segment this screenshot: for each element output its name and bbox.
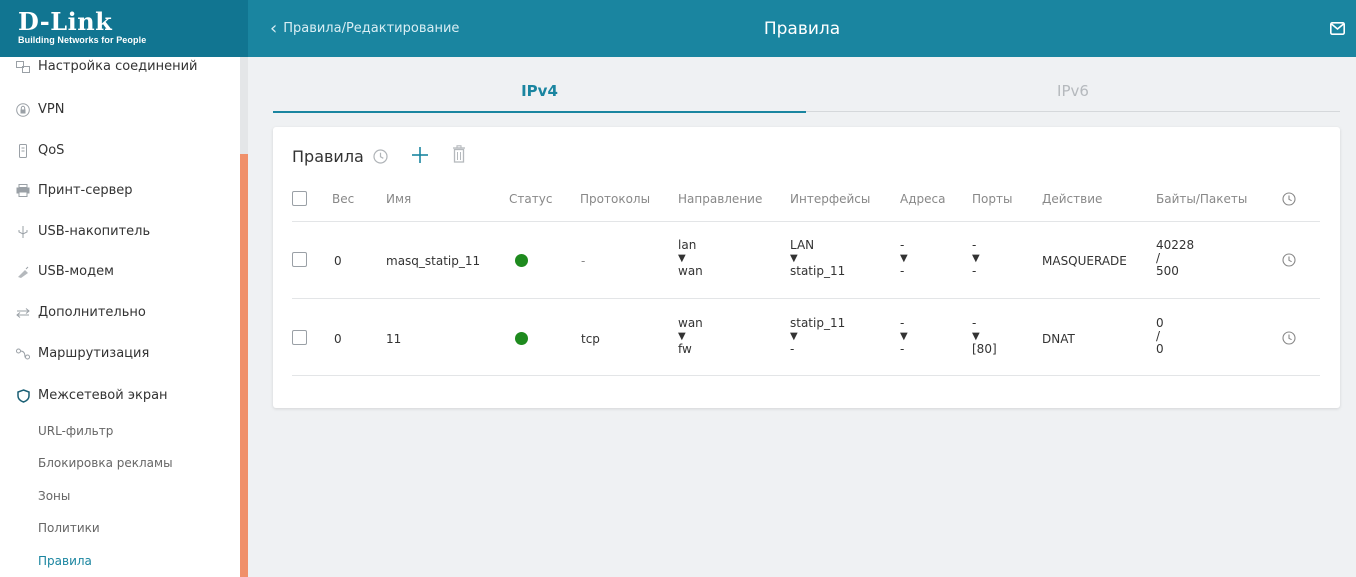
sidebar-item-usb-storage[interactable]: USB-накопитель — [16, 224, 150, 239]
arrow-down-icon: ▼ — [790, 331, 798, 342]
col-interfaces: Интерфейсы — [790, 192, 871, 206]
sidebar-item-firewall[interactable]: Межсетевой экран — [16, 388, 168, 403]
rule-addresses: - ▼ - — [900, 238, 908, 278]
chevron-left-icon: ‹ — [270, 17, 278, 39]
rules-title: Правила — [292, 147, 364, 166]
rule-interfaces: statip_11 ▼ - — [790, 316, 846, 356]
row-separator — [292, 375, 1320, 376]
sidebar-item-qos[interactable]: QoS — [16, 143, 64, 158]
col-addresses: Адреса — [900, 192, 946, 206]
col-action: Действие — [1042, 192, 1103, 206]
arrows-icon — [16, 306, 30, 320]
rule-name: 11 — [386, 332, 402, 346]
tab-ipv6[interactable]: IPv6 — [806, 70, 1340, 112]
rule-ports: - ▼ [80] — [972, 316, 997, 356]
rule-weight: 0 — [334, 254, 342, 268]
sidebar-subitem-zones[interactable]: Зоны — [38, 489, 70, 503]
clock-icon — [1282, 192, 1296, 206]
rule-action: DNAT — [1042, 332, 1075, 346]
sidebar-item-routing[interactable]: Маршрутизация — [16, 346, 149, 361]
usb-icon — [16, 225, 30, 239]
rule-interfaces: LAN ▼ statip_11 — [790, 238, 846, 278]
shield-icon — [16, 388, 30, 403]
sidebar-subitem-policies[interactable]: Политики — [38, 521, 100, 535]
rule-direction: lan ▼ wan — [678, 238, 703, 278]
connections-icon — [16, 60, 30, 74]
modem-icon — [16, 265, 30, 279]
vpn-lock-icon — [16, 102, 30, 117]
col-protocols: Протоколы — [580, 192, 651, 206]
sidebar-item-usb-modem[interactable]: USB-модем — [16, 264, 114, 279]
clock-icon[interactable] — [1282, 253, 1296, 267]
add-rule-button[interactable] — [410, 145, 430, 165]
breadcrumb: Правила/Редактирование — [283, 21, 460, 36]
rule-action: MASQUERADE — [1042, 254, 1127, 268]
col-status: Статус — [509, 192, 553, 206]
dlink-logo: D-Link Building Networks for People — [0, 0, 248, 57]
rules-card: Правила Вес Имя Статус Протоколы Направл… — [273, 127, 1340, 408]
select-all-checkbox[interactable] — [292, 191, 307, 206]
sidebar-subitem-rules[interactable]: Правила — [38, 554, 92, 568]
ip-version-tabs: IPv4 IPv6 — [273, 70, 1340, 113]
tab-ipv4[interactable]: IPv4 — [273, 70, 806, 113]
col-direction: Направление — [678, 192, 763, 206]
sidebar-item-advanced[interactable]: Дополнительно — [16, 305, 146, 320]
clock-icon[interactable] — [1282, 331, 1296, 345]
rule-weight: 0 — [334, 332, 342, 346]
rule-bytes-packets: 0 / 0 — [1156, 316, 1164, 356]
sidebar-scrollbar-thumb[interactable] — [240, 154, 248, 577]
status-indicator — [515, 254, 528, 267]
rule-direction: wan ▼ fw — [678, 316, 703, 356]
row-checkbox[interactable] — [292, 252, 307, 267]
rule-protocol: - — [581, 254, 586, 268]
sidebar-item-print-server[interactable]: Принт-сервер — [16, 183, 133, 198]
rule-name: masq_statip_11 — [386, 254, 481, 268]
sidebar-subitem-ad-block[interactable]: Блокировка рекламы — [38, 456, 173, 470]
qos-icon — [16, 143, 30, 158]
rule-protocol: tcp — [581, 332, 600, 346]
sidebar-item-vpn[interactable]: VPN — [16, 102, 64, 117]
trash-icon[interactable] — [452, 145, 466, 163]
sidebar: Настройка соединений VPN QoS Принт-серве… — [0, 57, 248, 577]
sidebar-item-connections[interactable]: Настройка соединений — [16, 59, 198, 74]
row-separator — [292, 221, 1320, 222]
top-header: D-Link Building Networks for People ‹ Пр… — [0, 0, 1356, 57]
clock-icon — [373, 149, 388, 164]
rule-addresses: - ▼ - — [900, 316, 908, 356]
rule-ports: - ▼ - — [972, 238, 980, 278]
rule-bytes-packets: 40228 / 500 — [1156, 238, 1195, 278]
col-weight: Вес — [332, 192, 355, 206]
status-indicator — [515, 332, 528, 345]
back-link[interactable]: ‹ Правила/Редактирование — [270, 0, 459, 57]
mail-icon[interactable] — [1330, 22, 1345, 35]
row-checkbox[interactable] — [292, 330, 307, 345]
routing-icon — [16, 347, 30, 361]
printer-icon — [16, 184, 30, 198]
col-ports: Порты — [972, 192, 1013, 206]
col-name: Имя — [386, 192, 412, 206]
row-separator — [292, 298, 1320, 299]
col-bytes-packets: Байты/Пакеты — [1156, 192, 1248, 206]
sidebar-subitem-url-filter[interactable]: URL-фильтр — [38, 424, 113, 438]
